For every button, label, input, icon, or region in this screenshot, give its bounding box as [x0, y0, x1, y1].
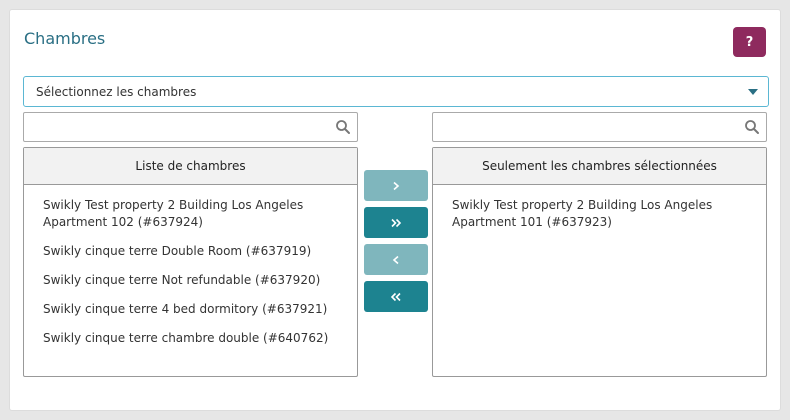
double-chevron-right-icon — [391, 218, 402, 227]
chevron-left-icon — [392, 255, 399, 264]
help-button[interactable]: ? — [733, 27, 766, 57]
move-selected-left-button[interactable] — [364, 244, 428, 275]
list-item[interactable]: Swikly Test property 2 Building Los Ange… — [24, 191, 357, 237]
list-item[interactable]: Swikly cinque terre Not refundable (#637… — [24, 266, 357, 295]
available-rooms-list: Liste de chambres Swikly Test property 2… — [23, 147, 358, 377]
selected-rooms-list: Seulement les chambres sélectionnées Swi… — [432, 147, 767, 377]
caret-down-icon — [748, 89, 758, 95]
move-selected-right-button[interactable] — [364, 170, 428, 201]
left-search-box — [23, 112, 358, 142]
move-all-left-button[interactable] — [364, 281, 428, 312]
section-title: Chambres — [24, 29, 106, 48]
move-all-right-button[interactable] — [364, 207, 428, 238]
list-item[interactable]: Swikly Test property 2 Building Los Ange… — [433, 191, 766, 237]
rooms-select[interactable]: Sélectionnez les chambres — [23, 76, 769, 107]
search-icon — [336, 120, 350, 134]
left-search-input[interactable] — [30, 114, 334, 142]
list-item[interactable]: Swikly cinque terre chambre double (#640… — [24, 324, 357, 353]
rooms-select-value: Sélectionnez les chambres — [36, 84, 197, 99]
rooms-panel: Chambres ? Sélectionnez les chambres Lis… — [9, 9, 781, 411]
list-item[interactable]: Swikly cinque terre 4 bed dormitory (#63… — [24, 295, 357, 324]
right-search-box — [432, 112, 767, 142]
list-item[interactable]: Swikly cinque terre Double Room (#637919… — [24, 237, 357, 266]
double-chevron-left-icon — [390, 292, 401, 301]
available-rooms-header: Liste de chambres — [24, 148, 357, 185]
right-search-input[interactable] — [439, 114, 743, 142]
search-icon — [745, 120, 759, 134]
selected-rooms-header: Seulement les chambres sélectionnées — [433, 148, 766, 185]
chevron-right-icon — [393, 181, 400, 190]
